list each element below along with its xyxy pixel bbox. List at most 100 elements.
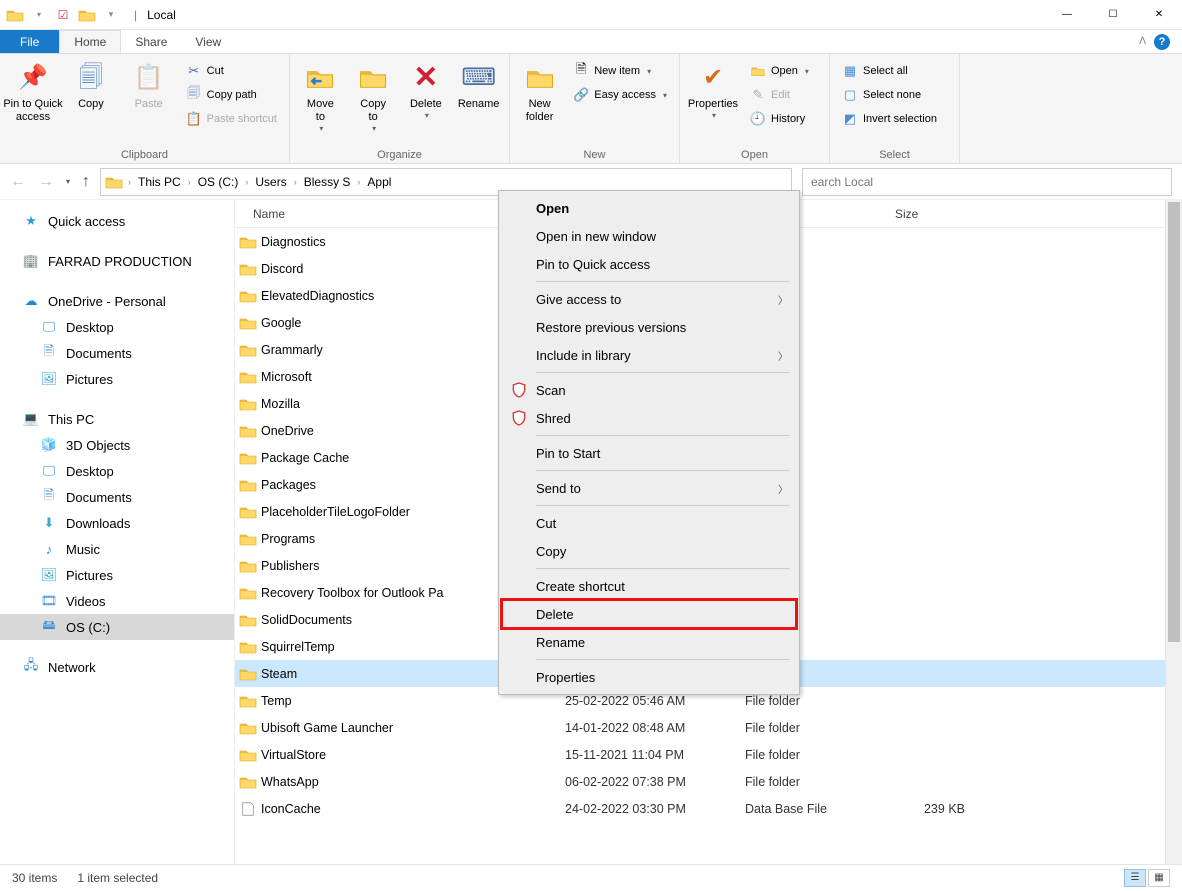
collapse-ribbon-icon[interactable]: ᐱ [1139,36,1146,47]
table-row[interactable]: IconCache24-02-2022 03:30 PMData Base Fi… [235,795,1182,822]
context-item[interactable]: Include in library〉 [502,341,796,369]
select-all-button[interactable]: ▦Select all [836,60,943,82]
context-item[interactable]: Rename [502,628,796,656]
new-folder-button[interactable]: New folder [516,58,563,124]
forward-button[interactable]: → [38,173,54,191]
qat-folder2-icon[interactable] [76,4,98,26]
nav-farrad[interactable]: 🏢FARRAD PRODUCTION [0,248,234,274]
scrollbar[interactable] [1165,200,1182,864]
nav-3d-objects[interactable]: 🧊3D Objects [0,432,234,458]
cut-button[interactable]: ✂Cut [180,60,283,82]
context-item[interactable]: Scan [502,376,796,404]
edit-button[interactable]: ✎Edit [744,84,815,106]
help-icon[interactable]: ? [1154,34,1170,50]
context-item-label: Cut [536,516,556,531]
copy-button[interactable]: 🗐 Copy [64,58,118,111]
qat-dropdown-icon[interactable]: ▾ [28,4,50,26]
context-item[interactable]: Send to〉 [502,474,796,502]
delete-button[interactable]: ✕ Delete▾ [402,58,451,121]
breadcrumb-seg[interactable]: Users [251,175,290,189]
nav-pc-music[interactable]: ♪Music [0,536,234,562]
download-icon: ⬇ [40,515,58,531]
context-item-label: Pin to Start [536,446,600,461]
close-button[interactable]: ✕ [1136,0,1182,30]
breadcrumb-seg[interactable]: Blessy S [300,175,355,189]
tab-file[interactable]: File [0,30,59,53]
open-icon [750,63,766,79]
nav-od-documents[interactable]: 🗎Documents [0,340,234,366]
large-icons-view-button[interactable]: ▦ [1148,869,1170,887]
nav-od-pictures[interactable]: 🖼Pictures [0,366,234,392]
nav-this-pc[interactable]: 💻This PC [0,406,234,432]
move-to-button[interactable]: Move to▾ [296,58,345,134]
context-item[interactable]: Open in new window [502,222,796,250]
context-separator [536,568,790,569]
nav-od-desktop[interactable]: 🖵Desktop [0,314,234,340]
context-item[interactable]: Open [502,194,796,222]
paste-button[interactable]: 📋 Paste [122,58,176,111]
context-item-label: Give access to [536,292,621,307]
group-open-label: Open [686,147,823,161]
minimize-button[interactable]: — [1044,0,1090,30]
nav-onedrive[interactable]: ☁OneDrive - Personal [0,288,234,314]
folder-icon [235,343,261,357]
copy-path-button[interactable]: 🗐Copy path [180,84,283,106]
context-item[interactable]: Copy [502,537,796,565]
nav-quick-access[interactable]: ★Quick access [0,208,234,234]
file-date: 14-01-2022 08:48 AM [565,721,745,735]
file-date: 25-02-2022 05:46 AM [565,694,745,708]
table-row[interactable]: Ubisoft Game Launcher14-01-2022 08:48 AM… [235,714,1182,741]
documents-icon: 🗎 [40,489,58,505]
tab-view[interactable]: View [181,30,235,53]
pin-to-quick-access-button[interactable]: 📌 Pin to Quick access [6,58,60,124]
context-item[interactable]: Shred [502,404,796,432]
breadcrumb-seg[interactable]: This PC [134,175,185,189]
rename-button[interactable]: ⌨ Rename [454,58,503,111]
nav-pc-desktop[interactable]: 🖵Desktop [0,458,234,484]
search-input[interactable]: earch Local [802,168,1172,196]
maximize-button[interactable]: ☐ [1090,0,1136,30]
scrollbar-thumb[interactable] [1168,202,1180,642]
new-item-button[interactable]: 🗎New item▾ [567,60,673,82]
breadcrumb-seg[interactable]: Appl [363,175,395,189]
properties-button[interactable]: ✔ Properties▾ [686,58,740,121]
easy-access-button[interactable]: 🔗Easy access▾ [567,84,673,106]
tab-share[interactable]: Share [121,30,181,53]
pc-icon: 💻 [22,411,40,427]
breadcrumb-seg[interactable]: OS (C:) [194,175,243,189]
tab-home[interactable]: Home [59,30,121,53]
history-button[interactable]: 🕘History [744,108,815,130]
context-item[interactable]: Delete [502,600,796,628]
context-separator [536,372,790,373]
up-button[interactable]: ↑ [82,173,90,191]
context-item[interactable]: Restore previous versions [502,313,796,341]
history-dropdown[interactable]: ▾ [66,177,70,186]
invert-selection-button[interactable]: ◩Invert selection [836,108,943,130]
nav-network[interactable]: 🖧Network [0,654,234,680]
context-item[interactable]: Give access to〉 [502,285,796,313]
select-none-button[interactable]: ▢Select none [836,84,943,106]
qat-check-icon[interactable]: ☑ [52,4,74,26]
nav-pc-documents[interactable]: 🗎Documents [0,484,234,510]
context-item[interactable]: Pin to Quick access [502,250,796,278]
group-new-label: New [516,147,673,161]
table-row[interactable]: WhatsApp06-02-2022 07:38 PMFile folder [235,768,1182,795]
folder-icon [235,640,261,654]
qat-overflow-icon[interactable]: ▾ [100,4,122,26]
file-type: File folder [745,748,895,762]
context-item[interactable]: Cut [502,509,796,537]
paste-shortcut-button[interactable]: 📋Paste shortcut [180,108,283,130]
context-item[interactable]: Create shortcut [502,572,796,600]
details-view-button[interactable]: ☰ [1124,869,1146,887]
context-item-label: Create shortcut [536,579,625,594]
context-item[interactable]: Pin to Start [502,439,796,467]
nav-pc-downloads[interactable]: ⬇Downloads [0,510,234,536]
copy-to-button[interactable]: Copy to▾ [349,58,398,134]
table-row[interactable]: VirtualStore15-11-2021 11:04 PMFile fold… [235,741,1182,768]
nav-pc-osc[interactable]: 🖴OS (C:) [0,614,234,640]
nav-pc-pictures[interactable]: 🖼Pictures [0,562,234,588]
nav-pc-videos[interactable]: 🎞Videos [0,588,234,614]
open-button[interactable]: Open▾ [744,60,815,82]
back-button[interactable]: ← [10,173,26,191]
context-item[interactable]: Properties [502,663,796,691]
